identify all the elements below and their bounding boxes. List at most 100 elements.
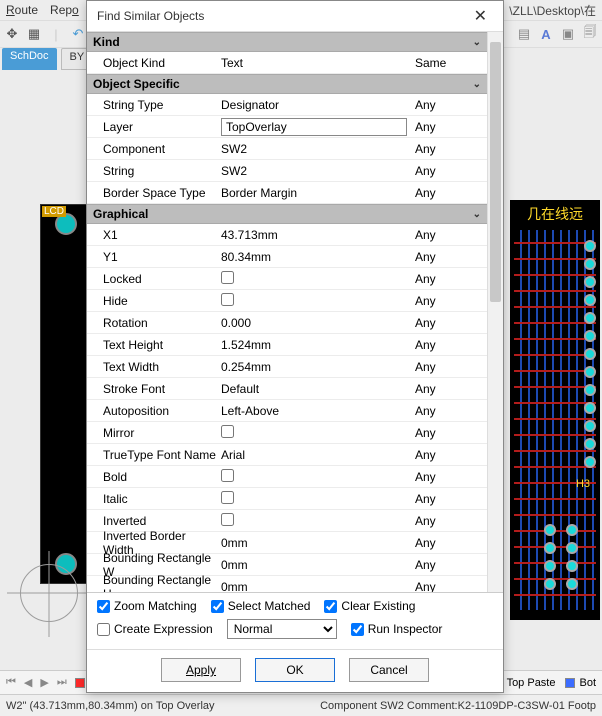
property-row[interactable]: Border Space TypeBorder MarginAny bbox=[87, 182, 487, 204]
property-value[interactable]: 0mm bbox=[217, 558, 411, 572]
property-value[interactable]: 0.000 bbox=[217, 316, 411, 330]
property-value[interactable]: Text bbox=[217, 56, 411, 70]
opt-clear-existing[interactable]: Clear Existing bbox=[324, 599, 415, 613]
match-mode[interactable]: Any bbox=[411, 186, 487, 200]
grid-dots-icon[interactable]: ▤ bbox=[516, 26, 532, 42]
match-mode[interactable]: Any bbox=[411, 316, 487, 330]
match-mode[interactable]: Any bbox=[411, 272, 487, 286]
property-row[interactable]: X143.713mmAny bbox=[87, 224, 487, 246]
property-input[interactable] bbox=[221, 118, 407, 136]
property-checkbox[interactable] bbox=[221, 513, 234, 526]
property-row[interactable]: ItalicAny bbox=[87, 488, 487, 510]
match-mode[interactable]: Any bbox=[411, 448, 487, 462]
nav-last-icon[interactable]: ⏭ bbox=[57, 676, 67, 689]
menu-route[interactable]: Route bbox=[6, 3, 38, 17]
document-tabs[interactable]: SchDoc BY bbox=[0, 48, 93, 70]
match-mode[interactable]: Any bbox=[411, 164, 487, 178]
vertical-scrollbar[interactable] bbox=[487, 32, 503, 592]
property-row[interactable]: TrueType Font NameArialAny bbox=[87, 444, 487, 466]
match-mode[interactable]: Any bbox=[411, 426, 487, 440]
close-icon[interactable]: ✕ bbox=[468, 4, 493, 28]
properties-grid[interactable]: Kind⌄Object KindTextSameObject Specific⌄… bbox=[87, 32, 487, 592]
clear-existing-checkbox[interactable] bbox=[324, 600, 337, 613]
property-value[interactable] bbox=[217, 491, 411, 507]
property-row[interactable]: Text Height1.524mmAny bbox=[87, 334, 487, 356]
pcb-view-left[interactable] bbox=[40, 204, 88, 584]
match-mode[interactable]: Any bbox=[411, 98, 487, 112]
opt-run-inspector[interactable]: Run Inspector bbox=[351, 622, 443, 636]
collapse-icon[interactable]: ⌄ bbox=[473, 209, 481, 220]
property-checkbox[interactable] bbox=[221, 469, 234, 482]
ok-button[interactable]: OK bbox=[255, 658, 335, 682]
scrollbar-thumb[interactable] bbox=[490, 42, 501, 302]
property-row[interactable]: Stroke FontDefaultAny bbox=[87, 378, 487, 400]
nav-first-icon[interactable]: ⏮ bbox=[6, 676, 16, 689]
match-mode[interactable]: Any bbox=[411, 558, 487, 572]
pcb-view-right[interactable]: 几在线远 H3 bbox=[510, 200, 600, 620]
opt-zoom-matching[interactable]: Zoom Matching bbox=[97, 599, 197, 613]
property-row[interactable]: String TypeDesignatorAny bbox=[87, 94, 487, 116]
property-row[interactable]: LockedAny bbox=[87, 268, 487, 290]
cancel-button[interactable]: Cancel bbox=[349, 658, 429, 682]
property-value[interactable] bbox=[217, 425, 411, 441]
property-value[interactable]: Designator bbox=[217, 98, 411, 112]
property-checkbox[interactable] bbox=[221, 425, 234, 438]
nav-next-icon[interactable]: ▶ bbox=[40, 676, 48, 689]
property-value[interactable] bbox=[217, 513, 411, 529]
property-value[interactable]: 0mm bbox=[217, 536, 411, 550]
match-mode[interactable]: Any bbox=[411, 536, 487, 550]
property-row[interactable]: Text Width0.254mmAny bbox=[87, 356, 487, 378]
property-value[interactable] bbox=[217, 293, 411, 309]
section-header[interactable]: Graphical⌄ bbox=[87, 204, 487, 224]
property-row[interactable]: StringSW2Any bbox=[87, 160, 487, 182]
layer-bot[interactable]: Bot bbox=[565, 677, 596, 689]
apply-button[interactable]: Apply bbox=[161, 658, 241, 682]
property-row[interactable]: AutopositionLeft-AboveAny bbox=[87, 400, 487, 422]
text-tool-icon[interactable]: A bbox=[538, 26, 554, 42]
match-mode[interactable]: Any bbox=[411, 142, 487, 156]
match-mode[interactable]: Any bbox=[411, 338, 487, 352]
nav-prev-icon[interactable]: ◀ bbox=[24, 676, 32, 689]
property-checkbox[interactable] bbox=[221, 491, 234, 504]
property-value[interactable]: SW2 bbox=[217, 164, 411, 178]
match-mode[interactable]: Any bbox=[411, 404, 487, 418]
run-inspector-checkbox[interactable] bbox=[351, 623, 364, 636]
opt-create-expression[interactable]: Create Expression bbox=[97, 622, 213, 636]
property-value[interactable]: Border Margin bbox=[217, 186, 411, 200]
property-row[interactable]: Object KindTextSame bbox=[87, 52, 487, 74]
match-mode[interactable]: Any bbox=[411, 228, 487, 242]
chip-icon[interactable]: ▣ bbox=[560, 26, 576, 42]
collapse-icon[interactable]: ⌄ bbox=[473, 37, 481, 48]
property-row[interactable]: BoldAny bbox=[87, 466, 487, 488]
back-icon[interactable]: ↶ bbox=[70, 26, 86, 42]
property-row[interactable]: ComponentSW2Any bbox=[87, 138, 487, 160]
property-value[interactable] bbox=[217, 469, 411, 485]
tab-schdoc[interactable]: SchDoc bbox=[2, 48, 57, 70]
match-mode[interactable]: Any bbox=[411, 382, 487, 396]
property-value[interactable] bbox=[217, 118, 411, 136]
copy-icon[interactable]: 🗐 bbox=[582, 26, 598, 42]
match-mode[interactable]: Any bbox=[411, 492, 487, 506]
property-value[interactable]: 0.254mm bbox=[217, 360, 411, 374]
property-value[interactable]: 0mm bbox=[217, 580, 411, 593]
property-row[interactable]: LayerAny bbox=[87, 116, 487, 138]
cross-arrow-icon[interactable]: ✥ bbox=[4, 26, 20, 42]
section-header[interactable]: Object Specific⌄ bbox=[87, 74, 487, 94]
expression-mode-select[interactable]: Normal bbox=[227, 619, 337, 639]
menu-reports[interactable]: Repo bbox=[50, 3, 79, 17]
match-mode[interactable]: Any bbox=[411, 580, 487, 593]
select-matched-checkbox[interactable] bbox=[211, 600, 224, 613]
property-checkbox[interactable] bbox=[221, 293, 234, 306]
property-value[interactable]: 1.524mm bbox=[217, 338, 411, 352]
match-mode[interactable]: Any bbox=[411, 470, 487, 484]
property-value[interactable]: 80.34mm bbox=[217, 250, 411, 264]
match-mode[interactable]: Any bbox=[411, 120, 487, 134]
dialog-titlebar[interactable]: Find Similar Objects ✕ bbox=[87, 1, 503, 31]
property-value[interactable] bbox=[217, 271, 411, 287]
property-value[interactable]: SW2 bbox=[217, 142, 411, 156]
opt-select-matched[interactable]: Select Matched bbox=[211, 599, 311, 613]
create-expression-checkbox[interactable] bbox=[97, 623, 110, 636]
property-row[interactable]: Rotation0.000Any bbox=[87, 312, 487, 334]
zoom-matching-checkbox[interactable] bbox=[97, 600, 110, 613]
property-row[interactable]: Y180.34mmAny bbox=[87, 246, 487, 268]
